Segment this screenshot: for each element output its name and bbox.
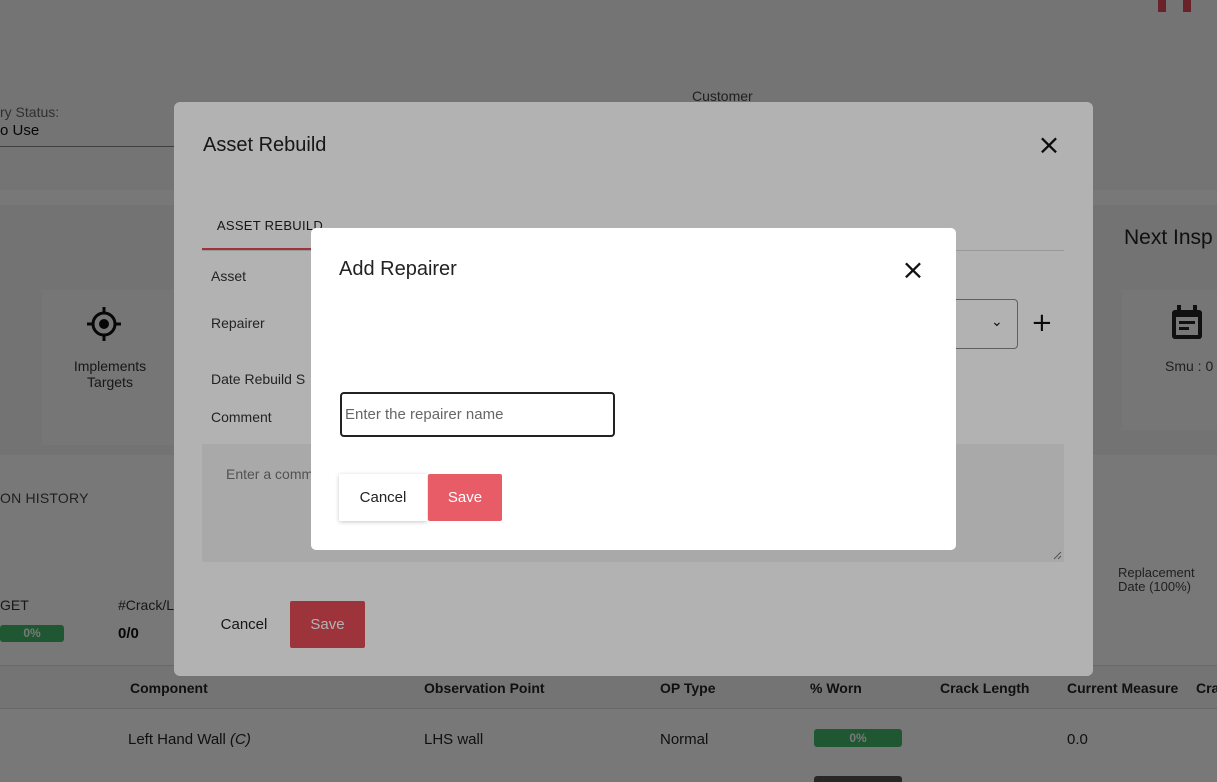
close-icon[interactable]: × <box>899 256 927 284</box>
repairer-name-input[interactable] <box>340 392 615 437</box>
modal-title: Add Repairer <box>339 258 457 280</box>
add-repairer-modal: Add Repairer × Cancel Save <box>311 228 956 550</box>
save-button[interactable]: Save <box>428 474 502 521</box>
cancel-button[interactable]: Cancel <box>339 474 427 521</box>
